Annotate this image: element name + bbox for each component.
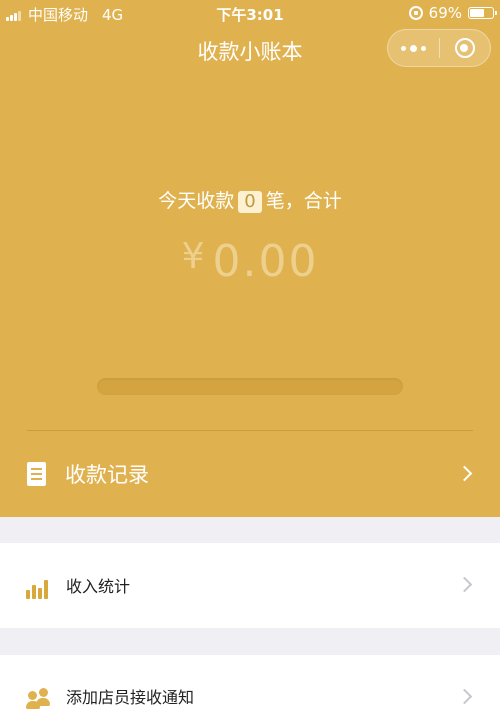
battery-percent: 69% [428, 4, 462, 22]
battery-icon [468, 7, 497, 19]
income-stats-label: 收入统计 [66, 577, 131, 596]
bar-chart-icon [26, 577, 48, 599]
more-button[interactable] [388, 30, 439, 66]
document-icon [27, 462, 46, 486]
today-summary: 今天收款 0 笔，合计 [0, 186, 500, 213]
add-staff-item[interactable]: 添加店员接收通知 [0, 655, 500, 711]
status-bar: 中国移动 4G 下午3:01 69% [0, 0, 500, 26]
add-staff-label: 添加店员接收通知 [66, 688, 195, 707]
chevron-right-icon [456, 465, 473, 482]
records-link[interactable]: 收款记录 [0, 450, 500, 498]
circle-close-icon [454, 38, 475, 58]
orientation-lock-icon [408, 6, 423, 20]
currency-symbol: ¥ [181, 236, 205, 277]
staff-icon [26, 688, 50, 710]
amount-bar [97, 378, 403, 395]
chevron-right-icon [456, 688, 473, 705]
records-label: 收款记录 [65, 463, 149, 487]
status-right: 69% [408, 4, 497, 22]
divider [27, 430, 473, 431]
miniprogram-capsule [387, 29, 491, 67]
transaction-count: 0 [238, 191, 262, 213]
chevron-right-icon [456, 576, 473, 593]
close-button[interactable] [439, 30, 490, 66]
amount-value: 0.00 [212, 236, 319, 287]
battery-fill [470, 9, 484, 17]
summary-prefix: 今天收款 [158, 190, 235, 212]
summary-suffix: 笔，合计 [265, 190, 342, 212]
more-dots-icon [399, 44, 428, 52]
total-amount: ¥0.00 [0, 236, 500, 287]
income-stats-item[interactable]: 收入统计 [0, 543, 500, 628]
